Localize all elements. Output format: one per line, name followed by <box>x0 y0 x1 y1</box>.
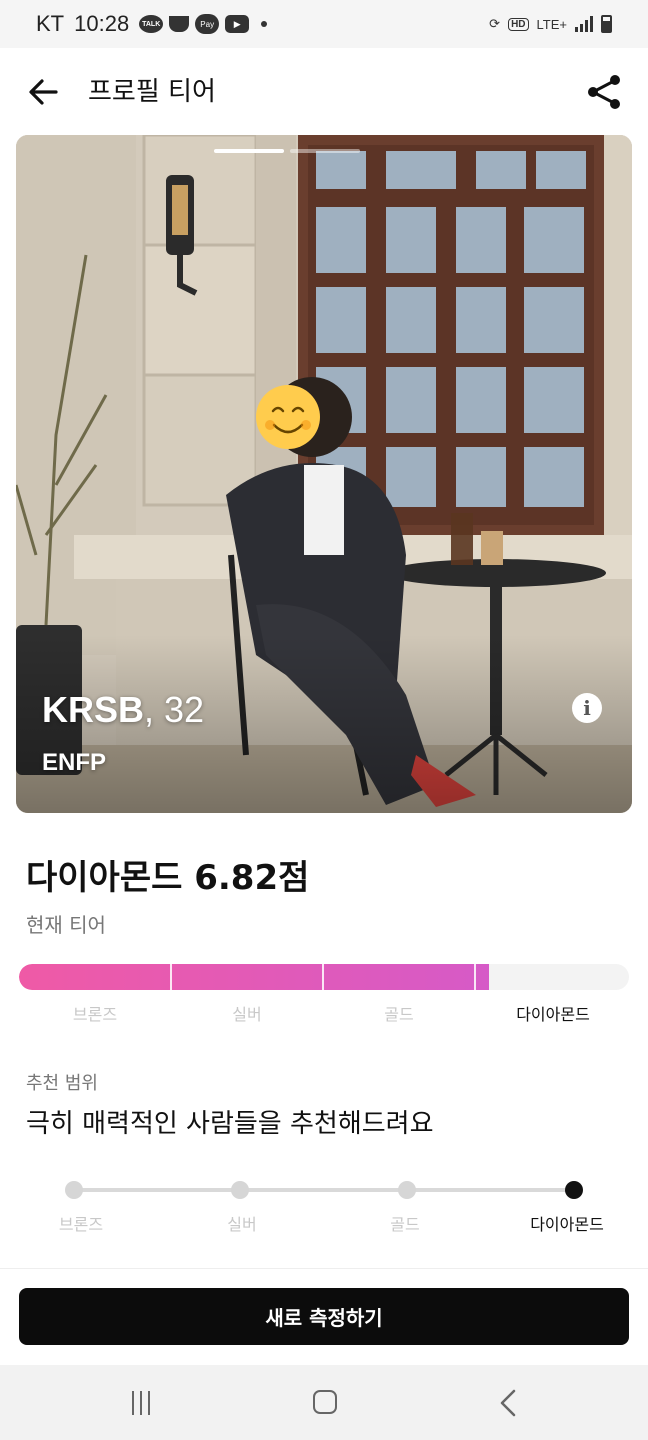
profile-age: , 32 <box>144 689 205 730</box>
pay-icon: Pay <box>195 14 220 34</box>
tier-divider <box>170 964 172 990</box>
page-title: 프로필 티어 <box>88 77 216 107</box>
notification-dot-icon <box>261 21 268 27</box>
tier-progress-fill <box>19 964 489 990</box>
page-dot-active <box>214 149 284 153</box>
tier-label-bronze: 브론즈 <box>72 1005 118 1024</box>
tier-label-silver: 실버 <box>232 1005 262 1024</box>
profile-name-age: KRSB, 32 <box>42 689 204 731</box>
recommend-range-track <box>74 1188 574 1192</box>
range-dot-diamond[interactable] <box>565 1181 583 1199</box>
hd-voice-icon: HD <box>508 17 529 31</box>
app-bar: 프로필 티어 <box>0 48 648 136</box>
share-button[interactable] <box>584 72 624 112</box>
tier-progress-bar <box>19 964 629 990</box>
sync-icon: ⟳ <box>489 16 501 31</box>
recommend-range-text: 극히 매력적인 사람들을 추천해드려요 <box>26 1109 434 1139</box>
range-dot-gold[interactable] <box>398 1181 416 1199</box>
coffee-icon <box>169 16 190 32</box>
system-nav-bar <box>0 1365 648 1440</box>
tier-divider <box>474 964 476 990</box>
back-button[interactable] <box>26 74 62 110</box>
kakaotalk-icon: TALK <box>139 15 164 33</box>
measure-again-button[interactable]: 새로 측정하기 <box>19 1288 629 1345</box>
tier-divider <box>322 964 324 990</box>
info-icon: i <box>583 696 591 720</box>
profile-photo-card[interactable]: KRSB, 32 ENFP i <box>16 135 632 813</box>
status-bar: KT 10:28 TALK Pay ▶ ⟳ HD LTE+ <box>0 0 648 48</box>
range-label-silver: 실버 <box>227 1215 257 1234</box>
tier-score-title: 다이아몬드 6.82점 <box>26 858 310 898</box>
info-button[interactable]: i <box>572 693 602 723</box>
tier-label-diamond: 다이아몬드 <box>516 1005 590 1024</box>
profile-mbti: ENFP <box>42 749 107 776</box>
share-icon <box>588 75 620 109</box>
range-label-gold: 골드 <box>390 1215 420 1234</box>
profile-name: KRSB <box>42 689 145 730</box>
recent-apps-icon[interactable] <box>132 1391 158 1415</box>
range-label-diamond: 다이아몬드 <box>530 1215 604 1234</box>
signal-icon <box>575 16 593 32</box>
range-label-bronze: 브론즈 <box>58 1215 104 1234</box>
tier-label-gold: 골드 <box>384 1005 414 1024</box>
range-dot-silver[interactable] <box>231 1181 249 1199</box>
photo-page-indicator <box>214 149 360 153</box>
clock-text: 10:28 <box>74 11 130 36</box>
battery-icon <box>601 15 612 33</box>
status-icons: ⟳ HD LTE+ <box>489 15 612 33</box>
lte-icon: LTE+ <box>536 16 567 32</box>
page-dot <box>290 149 360 153</box>
section-divider <box>0 1268 648 1269</box>
range-dot-bronze[interactable] <box>65 1181 83 1199</box>
arrow-left-icon <box>29 79 58 105</box>
tier-labels: 브론즈 실버 골드 다이아몬드 <box>19 1004 629 1028</box>
home-icon[interactable] <box>313 1390 337 1414</box>
carrier-text: KT <box>36 11 65 36</box>
youtube-icon: ▶ <box>225 15 250 33</box>
current-tier-label: 현재 티어 <box>26 913 106 937</box>
recommend-range-label: 추천 범위 <box>26 1073 98 1094</box>
back-icon[interactable] <box>496 1389 520 1417</box>
